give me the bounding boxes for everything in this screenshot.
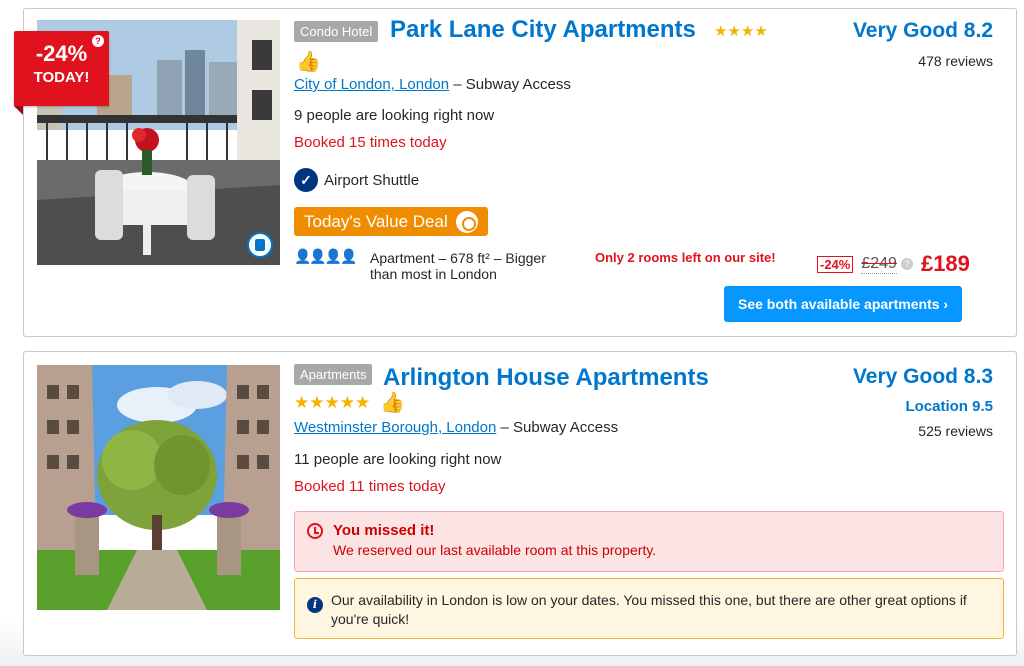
price-discount-badge: -24% bbox=[817, 255, 854, 273]
location-score: Location 9.5 bbox=[905, 398, 993, 415]
see-apartments-button[interactable]: See both available apartments › bbox=[724, 286, 963, 322]
property-name-link[interactable]: Park Lane City Apartments bbox=[390, 16, 696, 44]
review-score[interactable]: Very Good 8.3 bbox=[853, 365, 993, 389]
property-photo[interactable] bbox=[37, 365, 280, 610]
review-count[interactable]: 478 reviews bbox=[918, 53, 993, 69]
location-line: Westminster Borough, London – Subway Acc… bbox=[294, 419, 618, 436]
location-suffix: – Subway Access bbox=[449, 76, 571, 93]
property-card: Apartments Arlington House Apartments ★★… bbox=[23, 351, 1017, 656]
occupancy-icons: 👤👤👤👤 bbox=[294, 248, 358, 264]
star-rating: ★★★★★ bbox=[294, 393, 371, 412]
discount-help-icon[interactable]: ? bbox=[92, 35, 104, 47]
original-price: £249 bbox=[861, 254, 897, 274]
thumbs-up-icon: 👍 bbox=[296, 51, 321, 73]
sold-out-alert: You missed it! We reserved our last avai… bbox=[294, 511, 1004, 572]
sold-out-title: You missed it! bbox=[333, 522, 435, 539]
location-line: City of London, London – Subway Access bbox=[294, 76, 571, 93]
discount-ribbon: -24% TODAY! ? bbox=[14, 31, 109, 115]
value-deal-badge[interactable]: Today's Value Deal bbox=[294, 207, 488, 236]
price-block: -24% £249 ? £189 bbox=[817, 251, 970, 277]
thumbs-up-icon: 👍 bbox=[380, 392, 405, 414]
booked-text: Booked 15 times today bbox=[294, 134, 447, 151]
location-link[interactable]: City of London, London bbox=[294, 76, 449, 93]
availability-notice: i Our availability in London is low on y… bbox=[294, 578, 1004, 639]
current-price: £189 bbox=[920, 251, 970, 276]
discount-ribbon-label: TODAY! bbox=[33, 69, 90, 86]
availability-notice-text: Our availability in London is low on you… bbox=[331, 592, 967, 627]
clock-icon bbox=[307, 523, 323, 539]
room-description: Apartment – 678 ft² – Bigger than most i… bbox=[370, 250, 546, 282]
review-score[interactable]: Very Good 8.2 bbox=[853, 19, 993, 43]
deal-info-icon bbox=[455, 210, 478, 233]
search-results: -24% TODAY! ? Condo Hotel Park Lane City… bbox=[0, 0, 1024, 666]
value-deal-label: Today's Value Deal bbox=[304, 211, 448, 231]
info-icon: i bbox=[307, 597, 323, 613]
star-rating: ★★★★ bbox=[714, 23, 768, 40]
property-name-link[interactable]: Arlington House Apartments bbox=[383, 364, 709, 392]
booked-text: Booked 11 times today bbox=[294, 478, 446, 495]
property-type-tag: Apartments bbox=[294, 364, 373, 385]
airport-shuttle-label: Airport Shuttle bbox=[324, 171, 420, 189]
price-help-icon[interactable]: ? bbox=[900, 258, 913, 270]
property-card: Condo Hotel Park Lane City Apartments ★★… bbox=[23, 8, 1017, 337]
viewers-text: 9 people are looking right now bbox=[294, 107, 495, 124]
viewers-text: 11 people are looking right now bbox=[294, 451, 502, 468]
airport-shuttle-feature: ✓ Airport Shuttle bbox=[294, 168, 419, 192]
location-suffix: – Subway Access bbox=[496, 419, 619, 436]
location-link[interactable]: Westminster Borough, London bbox=[294, 419, 496, 436]
sold-out-message: We reserved our last available room at t… bbox=[333, 542, 657, 558]
review-count[interactable]: 525 reviews bbox=[918, 423, 993, 439]
subway-icon bbox=[247, 232, 273, 258]
scarcity-message: Only 2 rooms left on our site! bbox=[595, 250, 776, 265]
property-type-tag: Condo Hotel bbox=[294, 21, 379, 42]
checkmark-icon: ✓ bbox=[294, 168, 318, 192]
